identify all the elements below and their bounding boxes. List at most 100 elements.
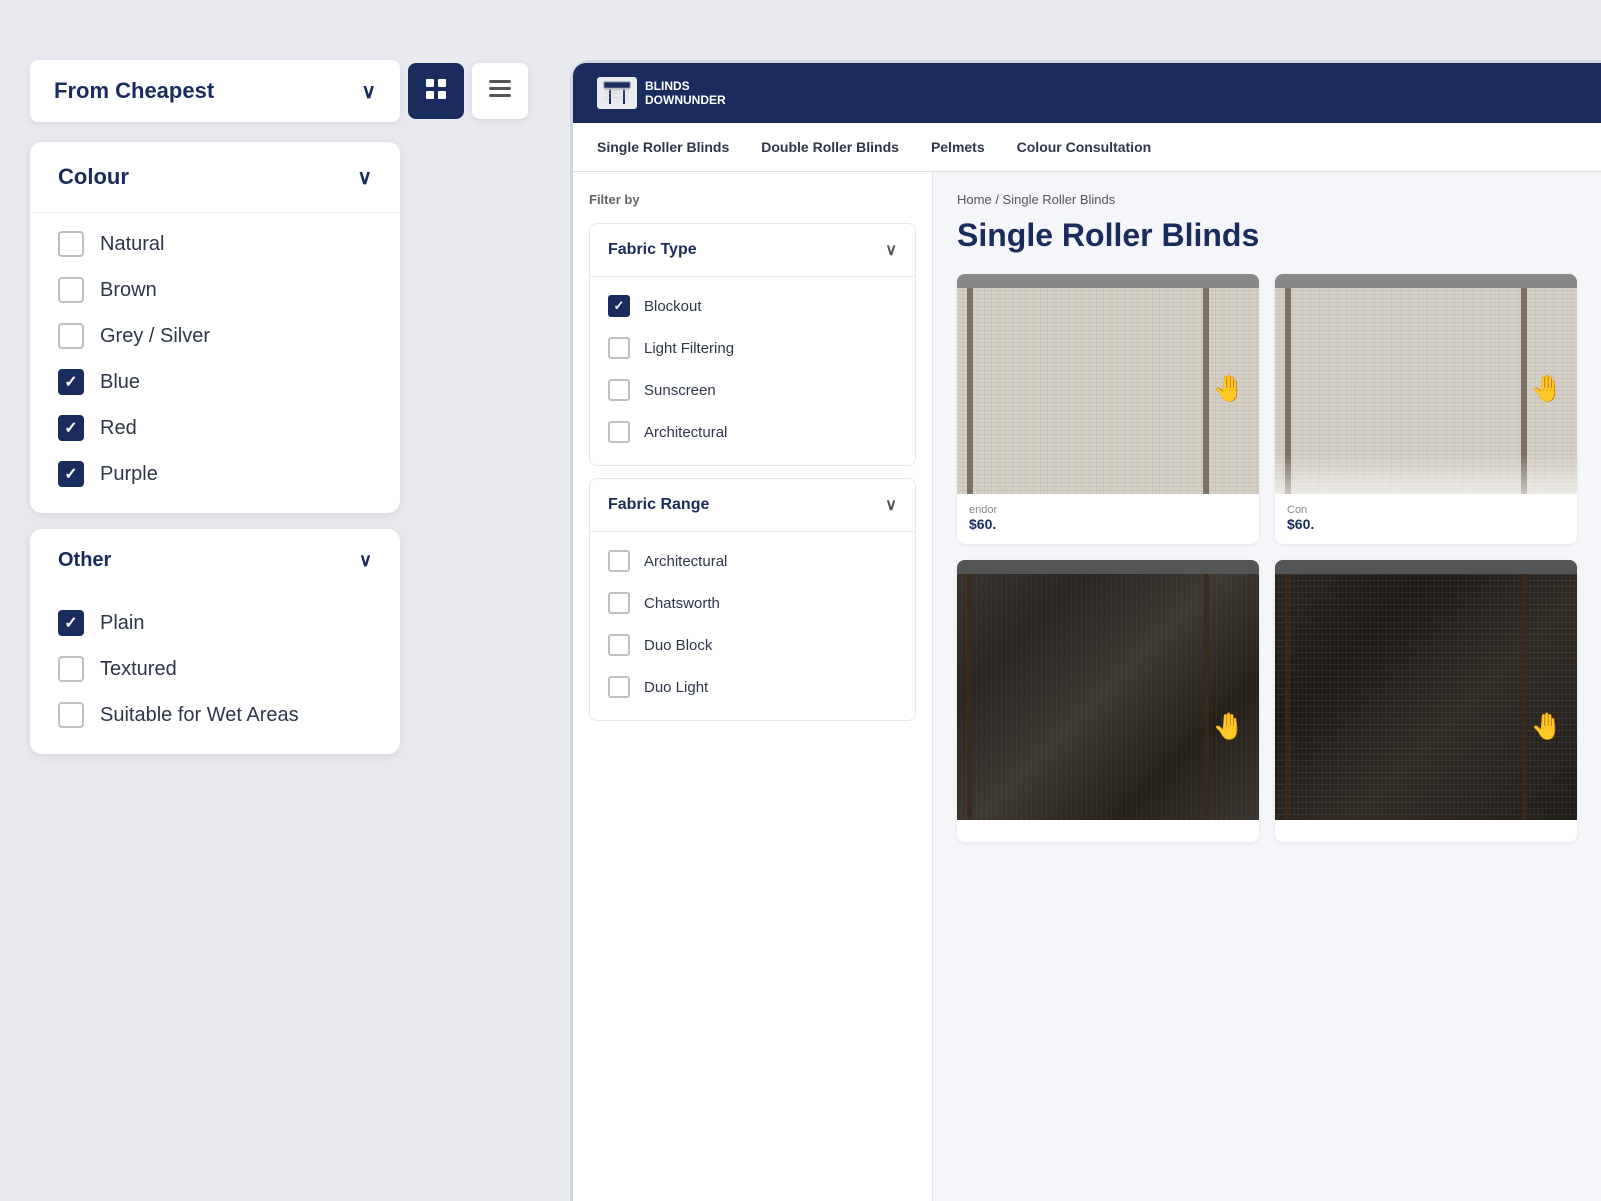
colour-item-grey[interactable]: Grey / Silver	[50, 313, 380, 359]
left-panel: From Cheapest ∨	[0, 0, 570, 1201]
other-label-textured: Textured	[100, 658, 177, 681]
range-checkbox-architectural[interactable]	[608, 550, 630, 572]
colour-checkbox-purple[interactable]	[58, 461, 84, 487]
colour-checkbox-brown[interactable]	[58, 277, 84, 303]
sort-label: From Cheapest	[54, 78, 214, 104]
other-label-wet-areas: Suitable for Wet Areas	[100, 704, 299, 727]
fabric-item-sunscreen[interactable]: Sunscreen	[602, 369, 903, 411]
colour-checkbox-red[interactable]	[58, 415, 84, 441]
sort-dropdown[interactable]: From Cheapest ∨	[30, 60, 400, 122]
other-checkbox-plain[interactable]	[58, 610, 84, 636]
other-filter-items: Plain Textured Suitable for Wet Areas	[30, 592, 400, 754]
grid-view-button[interactable]	[408, 63, 464, 119]
product-vendor-1: endor	[969, 504, 1247, 516]
breadcrumb: Home / Single Roller Blinds	[957, 192, 1577, 207]
other-checkbox-wet-areas[interactable]	[58, 702, 84, 728]
colour-item-red[interactable]: Red	[50, 405, 380, 451]
colour-filter-chevron: ∨	[357, 165, 372, 190]
grid-icon	[425, 78, 447, 105]
hand-icon-3: 🤚	[1213, 711, 1245, 742]
other-item-textured[interactable]: Textured	[50, 646, 380, 692]
fabric-type-header[interactable]: Fabric Type ∨	[590, 224, 915, 276]
product-vendor-2: Con	[1287, 504, 1565, 516]
logo-icon	[597, 77, 637, 109]
sort-bar: From Cheapest ∨	[30, 60, 540, 122]
other-item-wet-areas[interactable]: Suitable for Wet Areas	[50, 692, 380, 738]
product-info-4	[1275, 820, 1577, 842]
colour-label-blue: Blue	[100, 371, 140, 394]
fabric-item-architectural[interactable]: Architectural	[602, 411, 903, 453]
product-price-1: $60.	[969, 516, 1247, 532]
other-checkbox-textured[interactable]	[58, 656, 84, 682]
nav-item-colour-consultation[interactable]: Colour Consultation	[1017, 123, 1152, 171]
range-label-architectural: Architectural	[644, 553, 727, 570]
logo-text: BLINDS DOWNUNDER	[645, 79, 726, 108]
product-info-1: endor $60.	[957, 494, 1259, 544]
product-price-2: $60.	[1287, 516, 1565, 532]
colour-item-brown[interactable]: Brown	[50, 267, 380, 313]
fabric-range-items: Architectural Chatsworth Duo Block	[590, 532, 915, 720]
colour-checkbox-blue[interactable]	[58, 369, 84, 395]
fabric-checkbox-light-filtering[interactable]	[608, 337, 630, 359]
nav-item-pelmets[interactable]: Pelmets	[931, 123, 985, 171]
product-card-1[interactable]: 🤚 endor $60.	[957, 274, 1259, 544]
fabric-item-blockout[interactable]: Blockout	[602, 285, 903, 327]
product-card-3[interactable]: 🤚	[957, 560, 1259, 842]
colour-item-natural[interactable]: Natural	[50, 221, 380, 267]
fabric-checkbox-architectural[interactable]	[608, 421, 630, 443]
site-header: BLINDS DOWNUNDER	[573, 63, 1601, 123]
other-filter-title: Other	[58, 549, 111, 572]
product-image-4: 🤚	[1275, 560, 1577, 820]
fabric-label-light-filtering: Light Filtering	[644, 340, 734, 357]
range-item-duo-block[interactable]: Duo Block	[602, 624, 903, 666]
list-view-button[interactable]	[472, 63, 528, 119]
fabric-range-section: Fabric Range ∨ Architectural Cha	[589, 478, 916, 721]
range-checkbox-duo-light[interactable]	[608, 676, 630, 698]
fabric-range-header[interactable]: Fabric Range ∨	[590, 479, 915, 531]
range-checkbox-chatsworth[interactable]	[608, 592, 630, 614]
page-title: Single Roller Blinds	[957, 217, 1577, 254]
product-info-3	[957, 820, 1259, 842]
colour-label-red: Red	[100, 417, 137, 440]
colour-filter-title: Colour	[58, 164, 129, 190]
fabric-checkbox-blockout[interactable]	[608, 295, 630, 317]
product-image-2: 🤚	[1275, 274, 1577, 494]
right-panel: BLINDS DOWNUNDER Single Roller Blinds Do…	[570, 60, 1601, 1201]
sort-chevron: ∨	[361, 79, 376, 104]
colour-checkbox-grey[interactable]	[58, 323, 84, 349]
colour-item-blue[interactable]: Blue	[50, 359, 380, 405]
range-item-architectural[interactable]: Architectural	[602, 540, 903, 582]
fabric-type-items: Blockout Light Filtering Sunscreen	[590, 277, 915, 465]
colour-label-purple: Purple	[100, 463, 158, 486]
colour-checkbox-natural[interactable]	[58, 231, 84, 257]
browser-frame: BLINDS DOWNUNDER Single Roller Blinds Do…	[570, 60, 1601, 1201]
range-label-duo-light: Duo Light	[644, 679, 708, 696]
nav-item-double-roller[interactable]: Double Roller Blinds	[761, 123, 899, 171]
product-image-3: 🤚	[957, 560, 1259, 820]
product-image-1: 🤚	[957, 274, 1259, 494]
product-card-4[interactable]: 🤚	[1275, 560, 1577, 842]
range-label-chatsworth: Chatsworth	[644, 595, 720, 612]
breadcrumb-separator: /	[995, 192, 1002, 207]
fabric-range-title: Fabric Range	[608, 496, 709, 514]
range-item-chatsworth[interactable]: Chatsworth	[602, 582, 903, 624]
other-filter-header[interactable]: Other ∨	[30, 529, 400, 592]
colour-item-purple[interactable]: Purple	[50, 451, 380, 497]
range-checkbox-duo-block[interactable]	[608, 634, 630, 656]
hand-icon-1: 🤚	[1213, 373, 1245, 404]
other-item-plain[interactable]: Plain	[50, 600, 380, 646]
other-filter-card: Other ∨ Plain Textured Suitable for Wet …	[30, 529, 400, 754]
range-item-duo-light[interactable]: Duo Light	[602, 666, 903, 708]
fabric-label-sunscreen: Sunscreen	[644, 382, 716, 399]
site-nav: Single Roller Blinds Double Roller Blind…	[573, 123, 1601, 172]
fabric-range-chevron: ∨	[885, 495, 897, 515]
logo-area: BLINDS DOWNUNDER	[597, 77, 726, 109]
fabric-item-light-filtering[interactable]: Light Filtering	[602, 327, 903, 369]
range-label-duo-block: Duo Block	[644, 637, 712, 654]
fabric-checkbox-sunscreen[interactable]	[608, 379, 630, 401]
nav-item-single-roller[interactable]: Single Roller Blinds	[597, 123, 729, 171]
colour-filter-header[interactable]: Colour ∨	[30, 142, 400, 213]
fabric-label-blockout: Blockout	[644, 298, 702, 315]
colour-filter-card: Colour ∨ Natural Brown Grey / Silver Bl	[30, 142, 400, 513]
product-card-2[interactable]: 🤚 Con $60.	[1275, 274, 1577, 544]
